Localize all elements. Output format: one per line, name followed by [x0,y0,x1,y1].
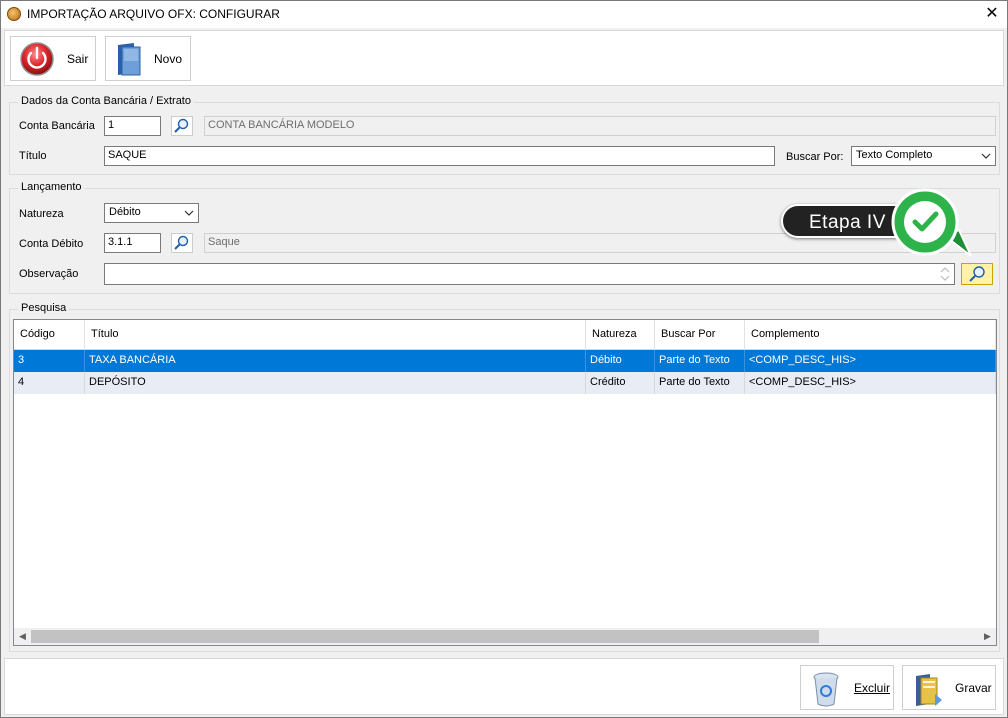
new-folder-icon [118,43,141,76]
observacao-input[interactable] [104,263,955,285]
cell-buscar-por: Parte do Texto [655,372,745,394]
power-icon [20,42,54,76]
conta-bancaria-input[interactable]: 1 [104,116,161,136]
column-header-titulo[interactable]: Título [85,320,586,350]
scroll-thumb[interactable] [31,630,819,643]
conta-bancaria-label: Conta Bancária [19,120,95,132]
close-button[interactable]: ✕ [977,1,1007,28]
cell-codigo: 3 [14,350,85,372]
horizontal-scrollbar[interactable]: ◀ ▶ [14,628,996,645]
save-binder-icon [916,674,942,706]
search-icon [969,266,985,282]
app-window: IMPORTAÇÃO ARQUIVO OFX: CONFIGURAR ✕ Sai… [0,0,1008,718]
cell-codigo: 4 [14,372,85,394]
conta-bancaria-search-button[interactable] [171,116,193,136]
scroll-right-arrow[interactable]: ▶ [979,628,996,645]
column-header-buscar-por[interactable]: Buscar Por [655,320,745,350]
cell-natureza: Débito [586,350,655,372]
natureza-select[interactable]: Débito [104,203,199,223]
pesquisa-grid[interactable]: Código Título Natureza Buscar Por Comple… [13,319,997,646]
excluir-button[interactable]: Excluir [800,665,894,710]
etapa-label: Etapa IV [809,212,886,233]
titulo-label: Título [19,150,47,162]
sair-label: Sair [67,52,89,66]
buscar-por-label: Buscar Por: [786,151,844,163]
etapa-badge: Etapa IV [781,186,981,266]
conta-debito-search-button[interactable] [171,233,193,253]
search-icon [174,118,189,133]
toolbar: Sair Novo [4,30,1004,86]
gravar-label: Gravar [955,681,992,695]
window-title: IMPORTAÇÃO ARQUIVO OFX: CONFIGURAR [27,7,280,21]
check-pin-icon [891,188,972,257]
novo-button[interactable]: Novo [105,36,191,81]
scroll-left-arrow[interactable]: ◀ [14,628,31,645]
buscar-por-value: Texto Completo [856,149,933,161]
trash-icon [813,672,839,707]
column-header-codigo[interactable]: Código [14,320,85,350]
natureza-label: Natureza [19,208,64,220]
cell-complemento: <COMP_DESC_HIS> [745,372,996,394]
title-bar: IMPORTAÇÃO ARQUIVO OFX: CONFIGURAR ✕ [1,1,1007,28]
sair-button[interactable]: Sair [10,36,96,81]
novo-label: Novo [154,52,183,66]
column-header-natureza[interactable]: Natureza [586,320,655,350]
buscar-por-select[interactable]: Texto Completo [851,146,996,166]
observacao-search-button[interactable] [961,263,993,285]
chevron-down-icon [184,210,194,216]
dados-conta-title: Dados da Conta Bancária / Extrato [18,95,194,107]
grid-header: Código Título Natureza Buscar Por Comple… [14,320,996,350]
cell-titulo: TAXA BANCÁRIA [85,350,586,372]
titulo-input[interactable]: SAQUE [104,146,775,166]
observacao-spin-icon [940,267,950,281]
pesquisa-title: Pesquisa [18,302,70,314]
conta-bancaria-description: CONTA BANCÁRIA MODELO [204,116,996,136]
cell-natureza: Crédito [586,372,655,394]
table-row[interactable]: 4 DEPÓSITO Crédito Parte do Texto <COMP_… [14,372,996,394]
cell-complemento: <COMP_DESC_HIS> [745,350,996,372]
chevron-down-icon [981,153,991,159]
cell-buscar-por: Parte do Texto [655,350,745,372]
column-header-complemento[interactable]: Complemento [745,320,996,350]
cell-titulo: DEPÓSITO [85,372,586,394]
lancamento-title: Lançamento [18,181,85,193]
conta-debito-label: Conta Débito [19,238,84,250]
observacao-label: Observação [19,268,79,280]
footer-bar: Excluir Gravar [4,658,1004,715]
app-logo-icon [7,7,21,21]
table-row[interactable]: 3 TAXA BANCÁRIA Débito Parte do Texto <C… [14,350,996,372]
excluir-label: Excluir [854,681,891,695]
conta-debito-input[interactable]: 3.1.1 [104,233,161,253]
gravar-button[interactable]: Gravar [902,665,996,710]
natureza-value: Débito [109,206,141,218]
search-icon [174,235,189,250]
